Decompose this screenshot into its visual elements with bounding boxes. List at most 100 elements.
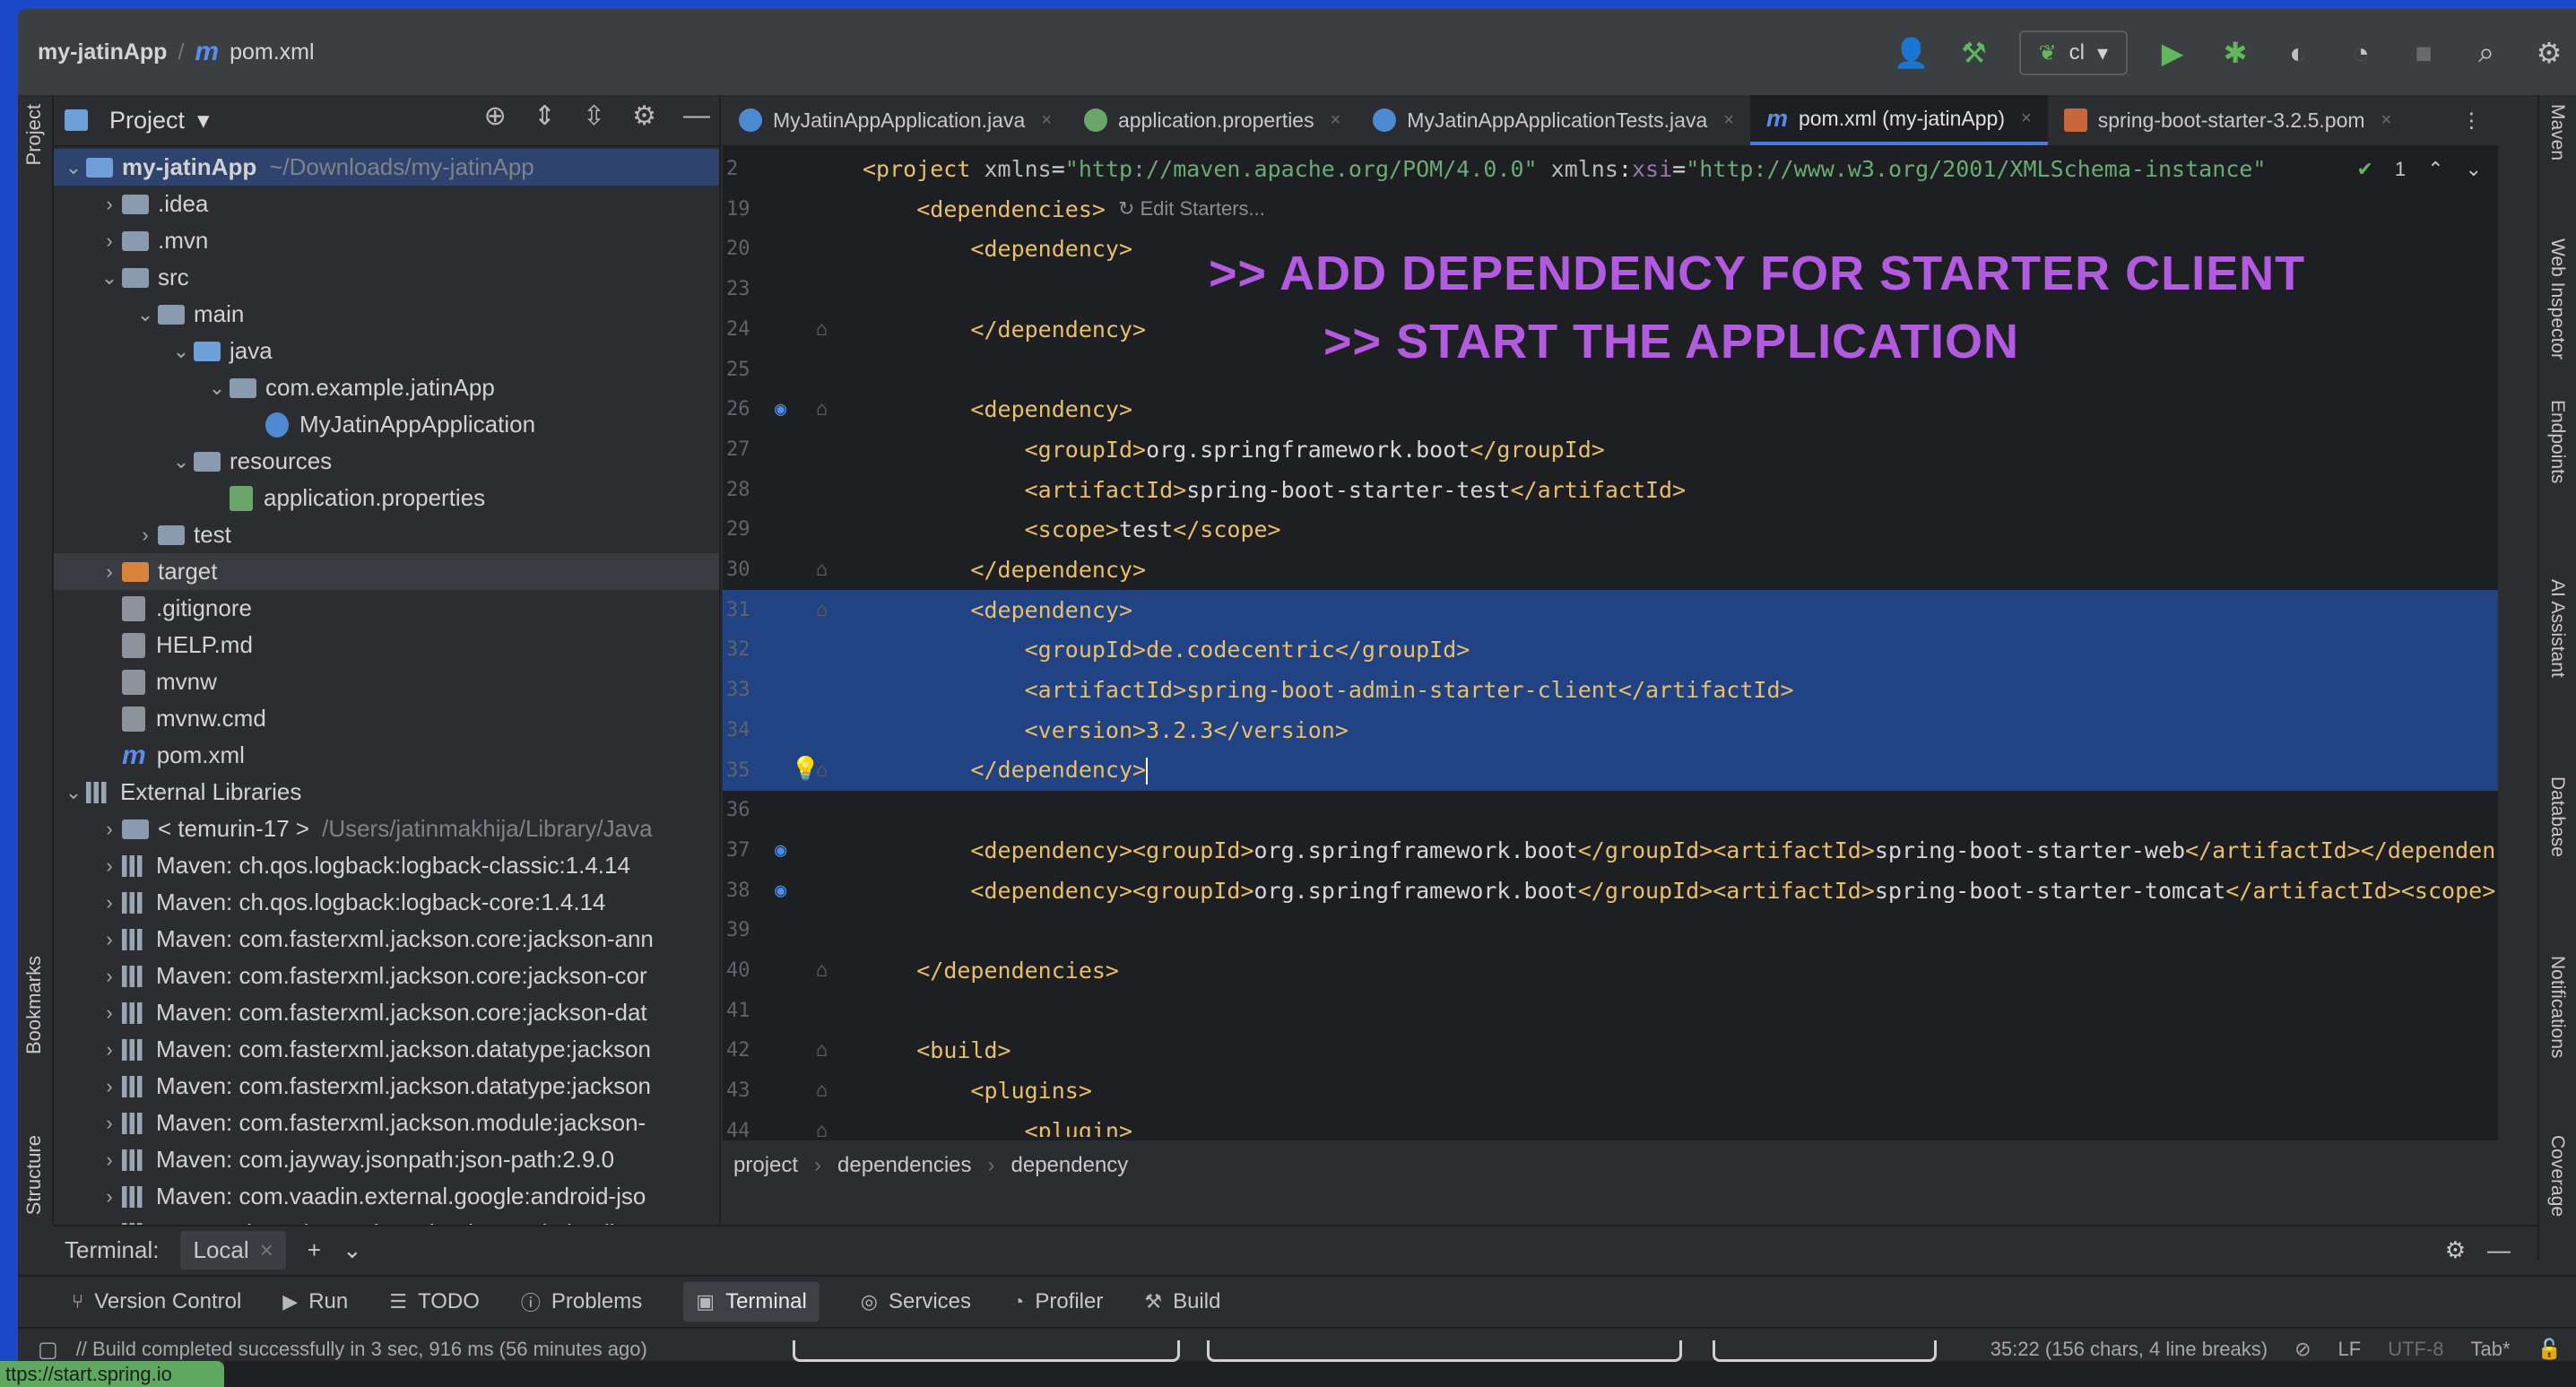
tree-item[interactable]: m pom.xml <box>54 737 719 774</box>
run-gutter-icon[interactable]: ◉ <box>775 398 786 420</box>
more-tabs-icon[interactable]: ⋮ <box>2445 95 2498 145</box>
code-line[interactable]: 43 ⌂ <plugins> <box>723 1071 2498 1111</box>
chevron-right-icon[interactable]: › <box>97 891 122 915</box>
expand-all-icon[interactable]: ⇕ <box>533 100 556 132</box>
current-file-name[interactable]: pom.xml <box>230 39 314 65</box>
tree-item[interactable]: › .mvn <box>54 222 719 259</box>
minimize-icon[interactable]: — <box>683 100 710 132</box>
add-icon[interactable]: + <box>308 1236 321 1264</box>
tree-item[interactable]: › Maven: com.jayway.jsonpath:json-path:2.… <box>54 1141 719 1178</box>
code-line[interactable]: 32 <groupId>de.codecentric</groupId> <box>723 629 2498 671</box>
chevron-right-icon[interactable]: › <box>97 928 122 951</box>
tree-item[interactable]: › < temurin-17 > /Users/jatinmakhija/Libra… <box>54 811 719 847</box>
code-line[interactable]: 26 ◉ ⌂ <dependency> <box>723 389 2498 429</box>
lock-icon[interactable]: 🔓 <box>2537 1338 2562 1361</box>
terminal-tab-local[interactable]: Local × <box>180 1230 286 1270</box>
right-tool-notifications[interactable]: Notifications <box>2546 956 2568 1058</box>
chevron-down-icon[interactable]: ⌄ <box>169 450 194 473</box>
close-icon[interactable]: × <box>1723 110 1734 131</box>
fold-icon[interactable]: ⌂ <box>816 1120 828 1137</box>
right-tool-coverage[interactable]: Coverage <box>2546 1135 2568 1217</box>
code-line[interactable]: 30 ⌂ </dependency> <box>723 550 2498 590</box>
close-icon[interactable]: × <box>2381 110 2392 131</box>
code-line[interactable]: 44 ⌂ <plugin> <box>723 1111 2498 1137</box>
tree-item[interactable]: › Maven: com.fasterxml.jackson.module:jac… <box>54 1105 719 1141</box>
tool-window-build[interactable]: ⚒ Build <box>1144 1289 1220 1314</box>
chevron-right-icon[interactable]: › <box>97 193 122 216</box>
tree-item[interactable]: MyJatinAppApplication <box>54 406 719 443</box>
chevron-right-icon[interactable]: › <box>97 1149 122 1172</box>
tool-window-terminal[interactable]: ▣ Terminal <box>683 1282 820 1322</box>
code-line[interactable]: 37 ◉ <dependency><groupId>org.springframe… <box>723 830 2498 871</box>
debug-icon[interactable]: ✱ <box>2217 35 2253 71</box>
project-panel-title[interactable]: Project <box>109 107 185 134</box>
structure-tool-label[interactable]: Structure <box>22 1135 46 1215</box>
bookmarks-tool-label[interactable]: Bookmarks <box>22 956 46 1054</box>
code-line[interactable]: 41 <box>723 991 2498 1031</box>
tree-item[interactable]: ⌄ java <box>54 333 719 369</box>
code-line[interactable]: 36 <box>723 790 2498 830</box>
fold-icon[interactable]: ⌂ <box>816 1039 828 1062</box>
gear-icon[interactable]: ⚙ <box>2531 35 2567 71</box>
chevron-right-icon[interactable]: › <box>97 1001 122 1025</box>
no-edit-icon[interactable]: ⊘ <box>2294 1338 2311 1361</box>
coverage-icon[interactable]: ◐ <box>2280 35 2316 71</box>
user-icon[interactable]: 👤 <box>1894 35 1930 71</box>
close-icon[interactable]: × <box>1331 110 1341 131</box>
chevron-right-icon[interactable]: › <box>97 560 122 584</box>
tree-item[interactable]: › .idea <box>54 186 719 222</box>
fold-icon[interactable]: ⌂ <box>816 959 828 982</box>
fold-icon[interactable]: ⌂ <box>816 1079 828 1102</box>
file-encoding[interactable]: UTF-8 <box>2388 1338 2443 1361</box>
code-line[interactable]: 35 💡 ⌂ </dependency> <box>723 750 2498 791</box>
code-line[interactable]: 34 <version>3.2.3</version> <box>723 709 2498 750</box>
locate-icon[interactable]: ⊕ <box>484 100 507 132</box>
search-icon[interactable]: ⌕ <box>2468 35 2504 71</box>
close-icon[interactable]: × <box>260 1236 273 1264</box>
code-line[interactable]: 31 ⌂ <dependency> <box>723 589 2498 630</box>
breadcrumb-item[interactable]: project <box>733 1153 798 1178</box>
gear-icon[interactable]: ⚙ <box>2445 1236 2466 1264</box>
tree-item[interactable]: ⌄ src <box>54 259 719 296</box>
chevron-down-icon[interactable]: ▾ <box>197 107 210 134</box>
tree-item[interactable]: › Maven: com.fasterxml.jackson.core:jacks… <box>54 994 719 1031</box>
code-line[interactable]: 29 <scope>test</scope> <box>723 509 2498 550</box>
indent-setting[interactable]: Tab* <box>2471 1338 2511 1361</box>
tree-item[interactable]: › test <box>54 516 719 553</box>
tree-item[interactable]: mvnw <box>54 663 719 700</box>
chevron-right-icon[interactable]: › <box>97 1185 122 1209</box>
code-line[interactable]: 33 <artifactId>spring-boot-admin-starter… <box>723 670 2498 711</box>
right-tool-web-inspector[interactable]: Web Inspector <box>2546 238 2568 360</box>
code-line[interactable]: 27 <groupId>org.springframework.boot</gr… <box>723 429 2498 470</box>
chevron-right-icon[interactable]: › <box>97 1112 122 1135</box>
tree-item[interactable]: ›Maven: de.codecentric:spring-boot-admin… <box>54 1215 719 1225</box>
tool-window-problems[interactable]: ⓘ Problems <box>521 1287 642 1316</box>
editor-tab[interactable]: application.properties × <box>1068 95 1357 145</box>
run-gutter-icon[interactable]: ◉ <box>775 839 786 862</box>
chevron-right-icon[interactable]: › <box>133 524 158 547</box>
right-tool-maven[interactable]: Maven <box>2546 104 2568 160</box>
tree-item[interactable]: ⌄ my-jatinApp ~/Downloads/my-jatinApp <box>54 149 719 186</box>
code-line[interactable]: 38 ◉ <dependency><groupId>org.springframe… <box>723 871 2498 911</box>
fold-icon[interactable]: ⌂ <box>816 759 828 782</box>
stop-icon[interactable]: ■ <box>2406 35 2442 71</box>
chevron-down-icon[interactable]: ⌄ <box>133 303 158 326</box>
chevron-right-icon[interactable]: › <box>97 1075 122 1098</box>
right-tool-database[interactable]: Database <box>2546 776 2568 857</box>
editor-tab[interactable]: MyJatinAppApplication.java × <box>723 95 1068 145</box>
hammer-icon[interactable]: ⚒ <box>1956 35 1992 71</box>
breadcrumb-item[interactable]: dependencies <box>837 1153 971 1178</box>
chevron-right-icon[interactable]: › <box>97 1038 122 1062</box>
gear-icon[interactable]: ⚙ <box>632 100 656 132</box>
code-line[interactable]: 42 ⌂ <build> <box>723 1030 2498 1071</box>
tree-item[interactable]: › Maven: com.fasterxml.jackson.datatype:j… <box>54 1068 719 1105</box>
chevron-right-icon[interactable]: › <box>97 965 122 988</box>
code-line[interactable]: 19 <dependencies> ↻ Edit Starters... <box>723 189 2498 230</box>
fold-icon[interactable]: ⌂ <box>816 398 828 420</box>
edit-starters-hint[interactable]: ↻ Edit Starters... <box>1118 197 1265 221</box>
close-icon[interactable]: × <box>2021 108 2032 129</box>
project-name[interactable]: my-jatinApp <box>38 39 167 65</box>
tree-item[interactable]: HELP.md <box>54 627 719 663</box>
chevron-down-icon[interactable]: ⌄ <box>61 156 86 179</box>
code-line[interactable]: 39 <box>723 910 2498 950</box>
